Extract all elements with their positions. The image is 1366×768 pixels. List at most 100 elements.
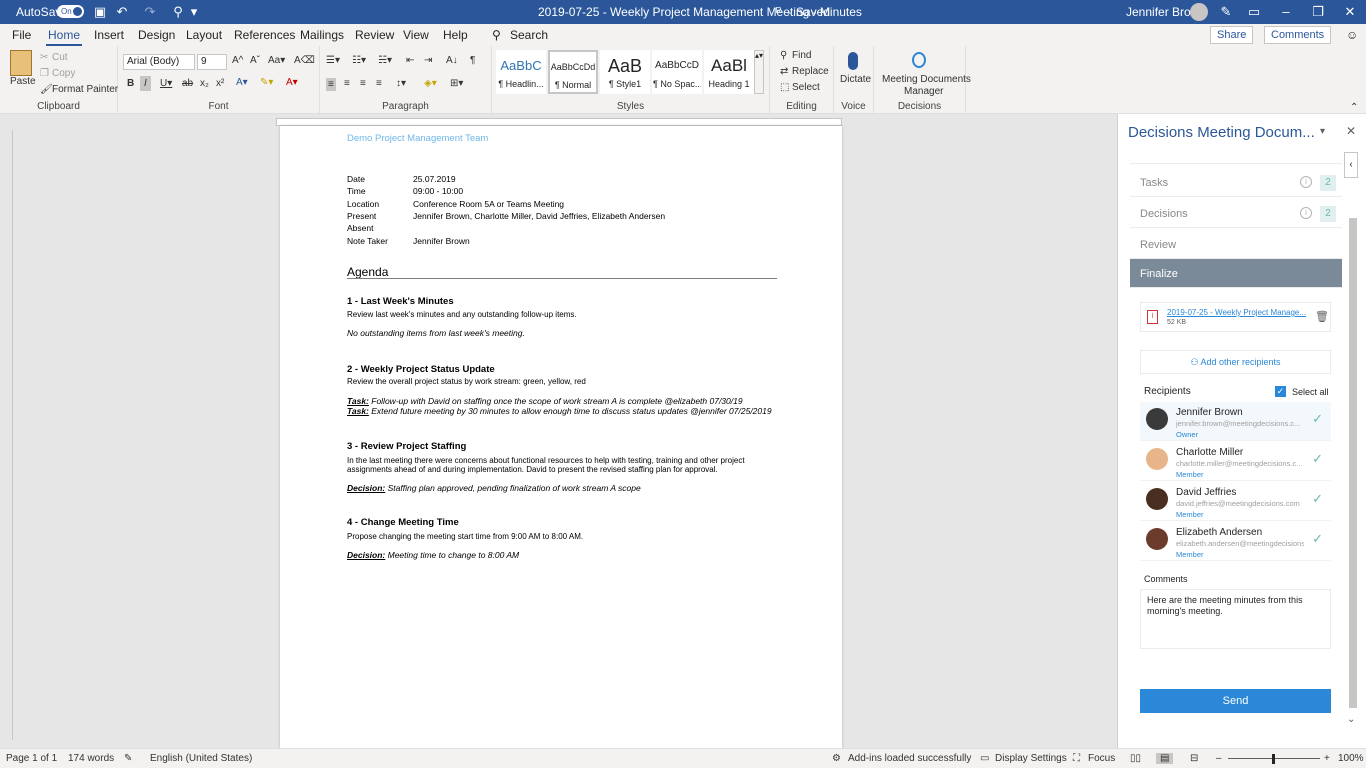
bullets-icon[interactable]: ☰▾ xyxy=(326,55,340,66)
info-icon[interactable]: i xyxy=(1300,176,1312,188)
justify-icon[interactable]: ≡ xyxy=(376,78,382,89)
font-shrink-icon[interactable]: Aˇ xyxy=(250,55,260,66)
collapse-ribbon-icon[interactable]: ⌃ xyxy=(1350,102,1358,113)
display-settings[interactable]: Display Settings xyxy=(995,753,1067,764)
font-size-combo[interactable]: 9 xyxy=(197,54,227,70)
decrease-indent-icon[interactable]: ⇤ xyxy=(406,55,414,66)
tab-references[interactable]: References xyxy=(234,28,295,42)
multilevel-icon[interactable]: ☵▾ xyxy=(378,55,392,66)
search-icon[interactable]: ⚲ xyxy=(492,28,501,42)
font-grow-icon[interactable]: A^ xyxy=(232,55,243,66)
page-count[interactable]: Page 1 of 1 xyxy=(6,753,57,764)
check-icon[interactable]: ✓ xyxy=(1312,491,1323,507)
print-layout-icon[interactable]: ▤ xyxy=(1156,753,1174,764)
tab-view[interactable]: View xyxy=(403,28,429,42)
tab-help[interactable]: Help xyxy=(443,28,468,42)
replace-button[interactable]: Replace xyxy=(792,66,829,77)
line-spacing-icon[interactable]: ↕▾ xyxy=(396,78,406,89)
paste-button[interactable]: Paste xyxy=(10,76,36,87)
style-normal[interactable]: AaBbCcDd ¶ Normal xyxy=(548,50,598,94)
vertical-ruler[interactable] xyxy=(5,130,13,740)
proofing-icon[interactable]: ✎ xyxy=(124,753,132,764)
minimize-icon[interactable]: – xyxy=(1278,4,1294,20)
focus-button[interactable]: Focus xyxy=(1088,753,1115,764)
comments-button[interactable]: Comments xyxy=(1264,26,1332,44)
tab-mailings[interactable]: Mailings xyxy=(300,28,344,42)
style-style1[interactable]: AaB ¶ Style1 xyxy=(600,50,650,94)
customize-toolbar-icon[interactable]: ▾ xyxy=(186,4,202,20)
font-color-icon[interactable]: A▾ xyxy=(286,77,298,88)
align-right-icon[interactable]: ≡ xyxy=(360,78,366,89)
pen-icon[interactable]: ✎ xyxy=(1218,4,1234,20)
user-avatar[interactable] xyxy=(1190,3,1208,21)
web-layout-icon[interactable]: ⊟ xyxy=(1190,753,1198,764)
check-icon[interactable]: ✓ xyxy=(1312,451,1323,467)
recipient-row[interactable]: Charlotte Miller charlotte.miller@meeting… xyxy=(1140,442,1331,481)
copy-button[interactable]: Copy xyxy=(52,68,75,79)
scroll-down-icon[interactable]: ⌄ xyxy=(1347,714,1355,725)
cut-button[interactable]: Cut xyxy=(52,52,68,63)
text-effects-icon[interactable]: A▾ xyxy=(236,77,248,88)
pane-scrollbar[interactable] xyxy=(1349,218,1357,708)
share-button[interactable]: Share xyxy=(1210,26,1254,44)
style-no-spacing[interactable]: AaBbCcD ¶ No Spac... xyxy=(652,50,702,94)
superscript-icon[interactable]: x² xyxy=(216,78,224,89)
ribbon-display-icon[interactable]: ▭ xyxy=(1246,4,1262,20)
style-heading[interactable]: AaBbC ¶ Headlin... xyxy=(496,50,546,94)
tab-file[interactable]: File xyxy=(12,28,31,42)
find-button[interactable]: Find xyxy=(792,50,811,61)
check-icon[interactable]: ✓ xyxy=(1312,411,1323,427)
zoom-out-icon[interactable]: – xyxy=(1216,753,1222,764)
strikethrough-icon[interactable]: ab xyxy=(182,78,193,89)
delete-icon[interactable]: 🗑 xyxy=(1315,310,1329,323)
check-icon[interactable]: ✓ xyxy=(1312,531,1323,547)
align-left-icon[interactable]: ≡ xyxy=(326,78,336,91)
recipient-row[interactable]: Jennifer Brown jennifer.brown@meetingdeci… xyxy=(1140,402,1331,441)
tab-design[interactable]: Design xyxy=(138,28,175,42)
pane-options-icon[interactable]: ▾ xyxy=(1320,126,1325,137)
numbering-icon[interactable]: ☷▾ xyxy=(352,55,366,66)
dictate-button[interactable]: Dictate xyxy=(840,74,871,85)
font-name-combo[interactable]: Arial (Body) xyxy=(123,54,195,70)
autosave-toggle[interactable]: On xyxy=(57,5,84,18)
step-review[interactable]: Review xyxy=(1130,228,1342,259)
step-decisions[interactable]: Decisions i 2 xyxy=(1130,197,1342,228)
restore-icon[interactable]: ❐ xyxy=(1310,4,1326,20)
pane-close-icon[interactable]: ✕ xyxy=(1346,124,1356,138)
recipient-row[interactable]: David Jeffries david.jeffries@meetingdeci… xyxy=(1140,482,1331,521)
send-button[interactable]: Send xyxy=(1140,689,1331,713)
undo-icon[interactable]: ↶ xyxy=(114,4,130,20)
highlight-icon[interactable]: ✎▾ xyxy=(260,77,273,88)
tab-layout[interactable]: Layout xyxy=(186,28,222,42)
addins-status[interactable]: Add-ins loaded successfully xyxy=(848,753,971,764)
tab-insert[interactable]: Insert xyxy=(94,28,124,42)
step-tasks[interactable]: Tasks i 2 xyxy=(1130,166,1342,197)
align-center-icon[interactable]: ≡ xyxy=(344,78,350,89)
select-button[interactable]: Select xyxy=(792,82,820,93)
subscript-icon[interactable]: x₂ xyxy=(200,78,209,89)
info-icon[interactable]: i xyxy=(1300,207,1312,219)
horizontal-ruler[interactable] xyxy=(276,118,842,126)
style-heading1[interactable]: AaBl Heading 1 xyxy=(704,50,754,94)
close-icon[interactable]: ✕ xyxy=(1342,4,1358,20)
zoom-thumb[interactable] xyxy=(1272,754,1275,764)
shading-icon[interactable]: ◈▾ xyxy=(424,78,437,89)
borders-icon[interactable]: ⊞▾ xyxy=(450,78,463,89)
bold-icon[interactable]: B xyxy=(127,78,134,89)
recipient-row[interactable]: Elizabeth Andersen elizabeth.andersen@mee… xyxy=(1140,522,1331,561)
search-box[interactable]: Search xyxy=(510,28,548,42)
pane-collapse-icon[interactable]: ‹ xyxy=(1344,152,1358,178)
clear-format-icon[interactable]: A⌫ xyxy=(294,55,315,66)
language[interactable]: English (United States) xyxy=(150,753,252,764)
tab-review[interactable]: Review xyxy=(355,28,394,42)
comments-textarea[interactable]: Here are the meeting minutes from this m… xyxy=(1140,589,1331,649)
show-marks-icon[interactable]: ¶ xyxy=(470,55,475,66)
underline-icon[interactable]: U▾ xyxy=(160,78,172,89)
increase-indent-icon[interactable]: ⇥ xyxy=(424,55,432,66)
add-recipients-button[interactable]: ⚇ Add other recipients xyxy=(1140,350,1331,374)
italic-icon[interactable]: I xyxy=(140,76,151,91)
tab-home[interactable]: Home xyxy=(45,28,83,47)
smiley-icon[interactable]: ☺ xyxy=(1346,28,1358,42)
change-case-icon[interactable]: Aa▾ xyxy=(268,55,285,66)
read-mode-icon[interactable]: ▯▯ xyxy=(1130,753,1141,764)
